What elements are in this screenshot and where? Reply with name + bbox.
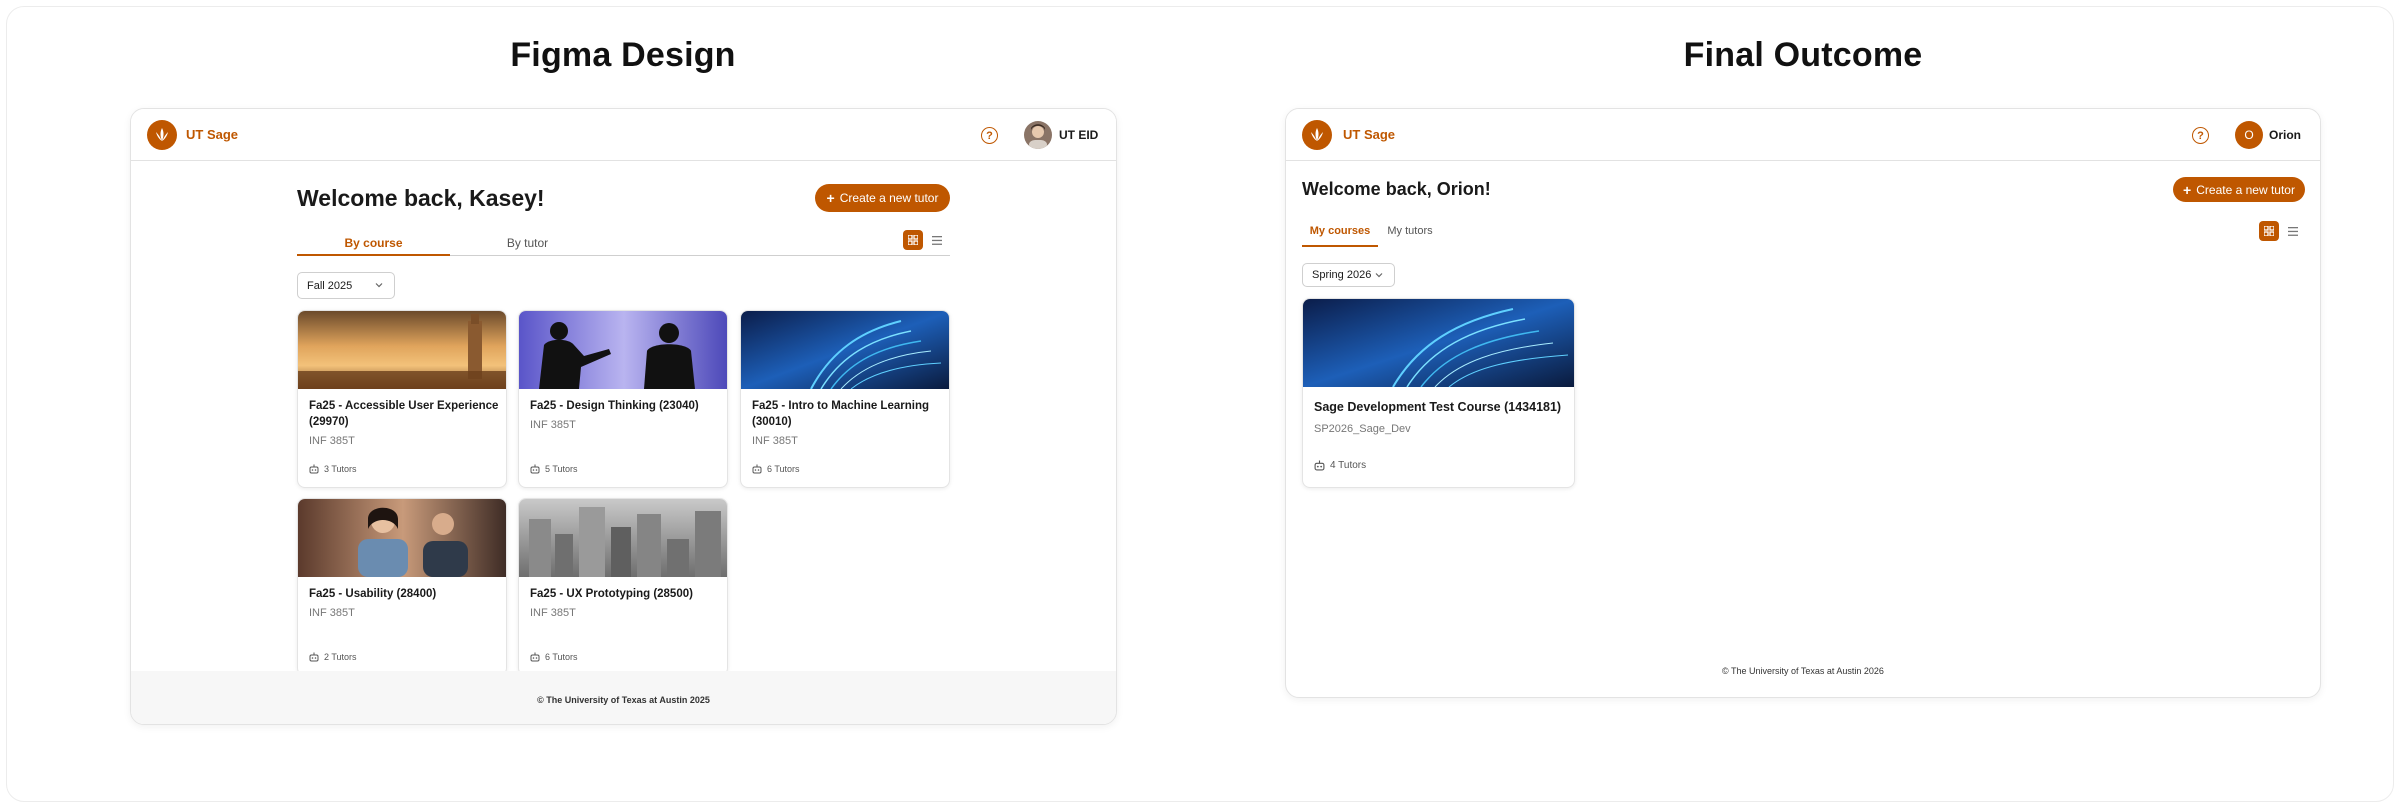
course-code: INF 385T [309,607,355,619]
create-tutor-label: Create a new tutor [2196,182,2295,197]
tutor-count-label: 4 Tutors [1330,460,1367,471]
semester-value: Fall 2025 [307,279,353,292]
active-tab-underline [1302,245,1378,247]
course-code: SP2026_Sage_Dev [1314,423,1411,435]
grid-view-icon[interactable] [903,230,923,250]
chevron-down-icon [375,283,383,288]
course-card[interactable]: Sage Development Test Course (1434181) S… [1302,298,1575,488]
list-view-icon[interactable] [927,230,947,250]
section-title-final: Final Outcome [1683,36,1923,74]
avatar[interactable] [1024,121,1052,149]
course-image-design-thinking [519,311,727,389]
course-card[interactable]: Fa25 - Usability (28400) INF 385T 2 Tuto… [297,498,507,676]
semester-select[interactable]: Fall 2025 [297,272,395,299]
app-header: UT Sage ? O Orion [1286,109,2320,161]
tutor-count-label: 6 Tutors [767,464,800,474]
robot-icon [309,652,319,662]
create-tutor-button[interactable]: + Create a new tutor [2173,177,2305,202]
course-title: Fa25 - UX Prototyping (28500) [530,588,693,600]
course-card[interactable]: Fa25 - Design Thinking (23040) INF 385T … [518,310,728,488]
active-tab-underline [297,254,450,256]
logo-text[interactable]: UT Sage [1343,127,1395,142]
course-code: INF 385T [530,419,576,431]
course-card[interactable]: Fa25 - Intro to Machine Learning (30010)… [740,310,950,488]
user-name[interactable]: Orion [2269,128,2301,142]
tutor-count: 4 Tutors [1314,460,1366,471]
course-card[interactable]: Fa25 - Accessible User Experience (29970… [297,310,507,488]
course-title: Fa25 - Intro to Machine Learning (30010) [752,400,929,428]
list-view-icon[interactable] [2283,221,2303,241]
plus-icon: + [2183,181,2192,198]
grid-view-icon[interactable] [2259,221,2279,241]
tutor-count: 6 Tutors [530,652,578,662]
tab-by-course[interactable]: By course [297,236,450,250]
final-panel: UT Sage ? O Orion Welcome back, Orion! +… [1285,108,2321,698]
course-title: Fa25 - Accessible User Experience (29970… [309,400,499,428]
help-circle-icon[interactable]: ? [2192,127,2209,144]
course-code: INF 385T [309,435,355,447]
longhorn-leaf-icon[interactable] [147,120,177,150]
user-name[interactable]: UT EID [1059,128,1098,142]
tutor-count-label: 2 Tutors [324,652,357,662]
avatar[interactable]: O [2235,121,2263,149]
course-image-server [1303,299,1574,387]
welcome-heading: Welcome back, Orion! [1302,179,1491,199]
robot-icon [752,464,762,474]
tab-my-tutors[interactable]: My tutors [1378,225,1442,237]
chevron-down-icon [1375,273,1383,278]
create-tutor-label: Create a new tutor [839,191,939,205]
course-card[interactable]: Fa25 - UX Prototyping (28500) INF 385T 6… [518,498,728,676]
tutor-count: 2 Tutors [309,652,357,662]
course-image-city [519,499,727,577]
footer-copyright: © The University of Texas at Austin 2025 [537,695,710,705]
course-image-people [298,499,506,577]
course-code: INF 385T [752,435,798,447]
semester-select[interactable]: Spring 2026 [1302,263,1395,287]
robot-icon [530,464,540,474]
footer-copyright: © The University of Texas at Austin 2026 [1722,666,1884,676]
course-image-server [741,311,949,389]
course-code: INF 385T [530,607,576,619]
tutor-count: 5 Tutors [530,464,578,474]
logo-text[interactable]: UT Sage [186,127,238,142]
section-title-figma: Figma Design [510,36,736,74]
tab-by-tutor[interactable]: By tutor [451,236,604,250]
welcome-heading: Welcome back, Kasey! [297,185,545,211]
tutor-count: 3 Tutors [309,464,357,474]
tutor-count-label: 6 Tutors [545,652,578,662]
tab-my-courses[interactable]: My courses [1302,225,1378,237]
course-title: Fa25 - Usability (28400) [309,588,437,600]
help-circle-icon[interactable]: ? [981,127,998,144]
avatar-initial: O [2244,128,2254,142]
longhorn-leaf-icon[interactable] [1302,120,1332,150]
semester-value: Spring 2026 [1312,269,1372,281]
app-header: UT Sage ? UT EID [131,109,1116,161]
plus-icon: + [826,190,835,206]
robot-icon [309,464,319,474]
create-tutor-button[interactable]: + Create a new tutor [815,184,950,212]
robot-icon [530,652,540,662]
course-title: Sage Development Test Course (1434181) [1314,400,1562,414]
course-image-tower [298,311,506,389]
tutor-count: 6 Tutors [752,464,800,474]
course-title: Fa25 - Design Thinking (23040) [530,400,699,412]
robot-icon [1314,460,1325,471]
tutor-count-label: 5 Tutors [545,464,578,474]
tutor-count-label: 3 Tutors [324,464,357,474]
figma-panel: UT Sage ? UT EID Welcome back, Kasey! + … [130,108,1117,725]
